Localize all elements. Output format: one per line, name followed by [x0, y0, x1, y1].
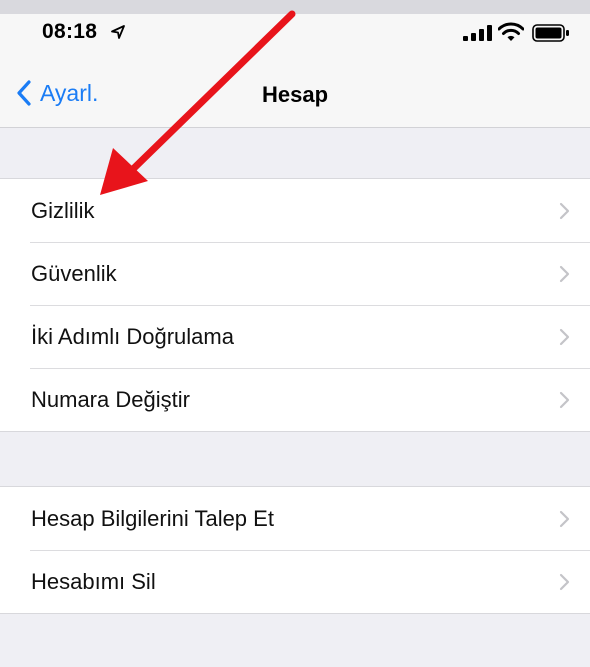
account-settings-group: Gizlilik Güvenlik İki Adımlı Doğrulama N… — [0, 178, 590, 432]
list-item-security[interactable]: Güvenlik — [0, 242, 590, 305]
list-item-label: Gizlilik — [31, 197, 95, 223]
list-item-label: Hesabımı Sil — [31, 568, 156, 594]
wifi-icon — [498, 22, 524, 41]
list-item-label: Hesap Bilgilerini Talep Et — [31, 505, 274, 531]
list-item-label: İki Adımlı Doğrulama — [31, 323, 234, 349]
chevron-right-icon — [559, 573, 570, 591]
chevron-right-icon — [559, 391, 570, 409]
list-item-label: Güvenlik — [31, 260, 117, 286]
settings-screen: 08:18 Ayarl. Hesap Gizlilik Güvenlik İki… — [0, 0, 590, 667]
list-item-change-number[interactable]: Numara Değiştir — [0, 368, 590, 431]
chevron-right-icon — [559, 265, 570, 283]
list-item-delete-account[interactable]: Hesabımı Sil — [0, 550, 590, 613]
chevron-right-icon — [559, 510, 570, 528]
list-item-request-account-info[interactable]: Hesap Bilgilerini Talep Et — [0, 487, 590, 550]
list-item-label: Numara Değiştir — [31, 386, 190, 412]
chevron-right-icon — [559, 328, 570, 346]
page-title: Hesap — [261, 82, 329, 107]
battery-icon — [532, 24, 569, 42]
top-edge — [0, 0, 590, 14]
chevron-right-icon — [559, 202, 570, 220]
location-arrow-icon — [111, 25, 125, 39]
list-item-privacy[interactable]: Gizlilik — [0, 179, 590, 242]
status-time: 08:18 — [42, 20, 98, 43]
navigation-bar: Ayarl. Hesap — [0, 52, 590, 128]
status-bar: 08:18 — [0, 14, 590, 52]
account-data-group: Hesap Bilgilerini Talep Et Hesabımı Sil — [0, 486, 590, 614]
cellular-signal-icon — [463, 25, 492, 41]
list-item-two-step-verification[interactable]: İki Adımlı Doğrulama — [0, 305, 590, 368]
